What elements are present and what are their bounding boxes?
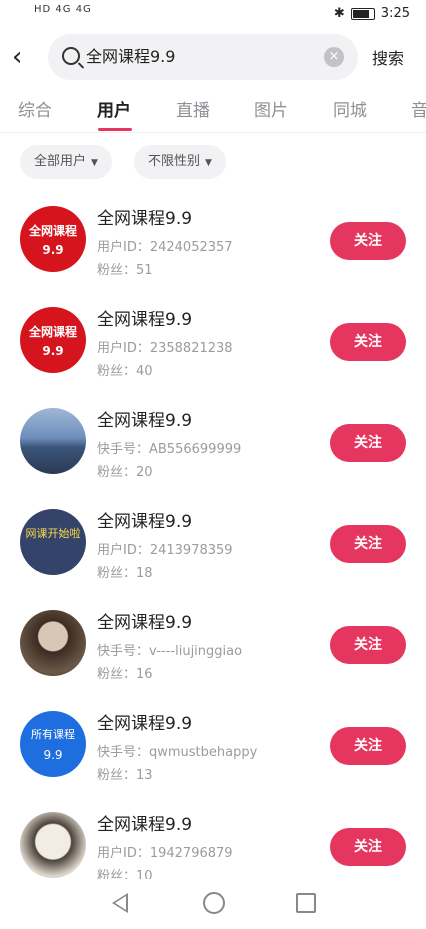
avatar-text: 9.9 <box>42 343 64 358</box>
avatar[interactable] <box>20 408 86 474</box>
avatar[interactable]: 全网课程 9.9 <box>20 206 86 272</box>
filter-gender-label: 不限性别 <box>148 154 201 169</box>
follow-button[interactable]: 关注 <box>330 525 406 563</box>
tab-music[interactable]: 音 <box>411 96 426 121</box>
tab-users[interactable]: 用户 <box>97 96 131 121</box>
bluetooth-icon: ✱ <box>333 6 345 21</box>
user-row[interactable]: 全网课程9.9 快手号：v----liujinggiao 粉丝：16 关注 <box>0 600 426 696</box>
clear-icon[interactable]: × <box>324 47 344 67</box>
nav-recent-apps-icon[interactable] <box>296 893 316 913</box>
user-row[interactable]: 所有课程 9.9 全网课程9.9 快手号：qwmustbehappy 粉丝：13… <box>0 701 426 797</box>
avatar-text: 9.9 <box>43 748 63 762</box>
follow-button[interactable]: 关注 <box>330 222 406 260</box>
system-nav-bar <box>0 879 426 929</box>
user-id: 用户ID：2424052357 <box>97 240 233 255</box>
user-fans: 粉丝：18 <box>97 566 153 581</box>
user-row[interactable]: 网课开始啦 全网课程9.9 用户ID：2413978359 粉丝：18 关注 <box>0 499 426 595</box>
avatar-text: 9.9 <box>42 242 64 257</box>
user-row[interactable]: 全网课程9.9 快手号：AB556699999 粉丝：20 关注 <box>0 398 426 494</box>
avatar-text: 所有课程 <box>31 728 75 741</box>
user-name: 全网课程9.9 <box>97 310 193 330</box>
tab-bar: 综合 用户 直播 图片 同城 音 <box>0 92 426 133</box>
tab-comprehensive[interactable]: 综合 <box>18 96 52 121</box>
user-row[interactable]: 全网课程 9.9 全网课程9.9 用户ID：2424052357 粉丝：51 关… <box>0 196 426 292</box>
avatar[interactable]: 网课开始啦 <box>20 509 86 575</box>
user-id: 快手号：v----liujinggiao <box>97 644 243 659</box>
status-right: ✱ 3:25 <box>334 6 410 21</box>
user-name: 全网课程9.9 <box>97 714 193 734</box>
caret-down-icon: ▼ <box>91 158 98 168</box>
follow-button[interactable]: 关注 <box>330 424 406 462</box>
nav-home-icon[interactable] <box>203 892 225 914</box>
user-id: 快手号：AB556699999 <box>97 442 242 457</box>
status-bar: HD 4G 4G ✱ 3:25 <box>0 0 426 28</box>
user-fans: 粉丝：20 <box>97 465 153 480</box>
search-row: ‹ × 搜索 <box>0 34 426 80</box>
caret-down-icon: ▼ <box>205 158 212 168</box>
follow-button[interactable]: 关注 <box>330 727 406 765</box>
nav-back-icon[interactable] <box>112 893 128 913</box>
user-id: 用户ID：1942796879 <box>97 846 233 861</box>
tab-local[interactable]: 同城 <box>333 96 367 121</box>
avatar-text: 全网课程 <box>28 324 77 339</box>
filter-gender[interactable]: 不限性别 ▼ <box>134 145 226 179</box>
active-tab-indicator <box>98 128 132 131</box>
search-icon <box>62 47 80 65</box>
battery-icon <box>350 7 375 20</box>
user-name: 全网课程9.9 <box>97 815 193 835</box>
filter-row: 全部用户 ▼ 不限性别 ▼ <box>0 145 426 179</box>
tab-images[interactable]: 图片 <box>254 96 288 121</box>
user-name: 全网课程9.9 <box>97 209 193 229</box>
signal-indicators: HD 4G 4G <box>34 4 92 15</box>
follow-button[interactable]: 关注 <box>330 323 406 361</box>
filter-user-type-label: 全部用户 <box>34 154 87 169</box>
clock: 3:25 <box>380 6 410 21</box>
user-name: 全网课程9.9 <box>97 613 193 633</box>
search-box[interactable]: × <box>48 34 358 80</box>
avatar[interactable]: 所有课程 9.9 <box>20 711 86 777</box>
user-fans: 粉丝：40 <box>97 364 153 379</box>
user-row[interactable]: 全网课程 9.9 全网课程9.9 用户ID：2358821238 粉丝：40 关… <box>0 297 426 393</box>
user-name: 全网课程9.9 <box>97 512 193 532</box>
user-fans: 粉丝：51 <box>97 263 153 278</box>
user-fans: 粉丝：16 <box>97 667 153 682</box>
back-arrow-icon[interactable]: ‹ <box>12 42 38 72</box>
follow-button[interactable]: 关注 <box>330 828 406 866</box>
follow-button[interactable]: 关注 <box>330 626 406 664</box>
search-input[interactable] <box>86 34 316 80</box>
avatar[interactable]: 全网课程 9.9 <box>20 307 86 373</box>
user-id: 用户ID：2358821238 <box>97 341 233 356</box>
user-id: 快手号：qwmustbehappy <box>97 745 258 760</box>
avatar[interactable] <box>20 812 86 878</box>
user-id: 用户ID：2413978359 <box>97 543 233 558</box>
avatar-text: 全网课程 <box>28 223 77 238</box>
tab-live[interactable]: 直播 <box>176 96 210 121</box>
user-fans: 粉丝：13 <box>97 768 153 783</box>
avatar-text: 网课开始啦 <box>25 527 81 540</box>
user-name: 全网课程9.9 <box>97 411 193 431</box>
avatar[interactable] <box>20 610 86 676</box>
filter-user-type[interactable]: 全部用户 ▼ <box>20 145 112 179</box>
search-button[interactable]: 搜索 <box>372 45 404 69</box>
